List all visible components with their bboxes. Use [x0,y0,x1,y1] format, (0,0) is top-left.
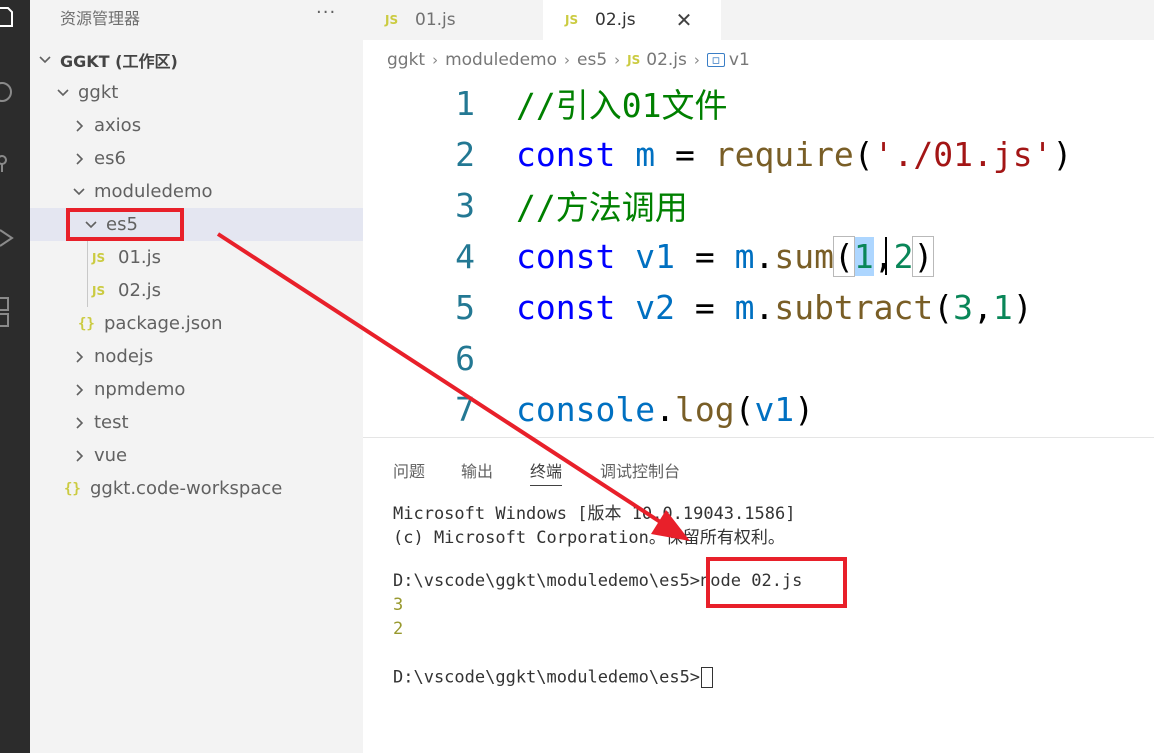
breadcrumb-item[interactable]: moduledemo [445,50,557,70]
tree-item-label: npmdemo [94,379,186,400]
breadcrumb-item[interactable]: es5 [577,50,607,70]
chevron-down-icon [70,183,88,201]
tree-item-label: es6 [94,148,126,169]
tree-item-nodejs[interactable]: nodejs [30,340,363,373]
chevron-right-icon [70,117,88,135]
line-number: 7 [455,389,475,429]
editor-tab-bar: JS 01.js JS 02.js ✕ [363,0,1154,40]
extensions-icon[interactable] [0,296,14,327]
run-debug-icon[interactable] [0,226,14,248]
tree-item-package-json[interactable]: {} package.json [30,307,363,340]
breadcrumb-item[interactable]: ggkt [387,50,425,70]
tree-item-test[interactable]: test [30,406,363,439]
tree-item-axios[interactable]: axios [30,109,363,142]
line-number: 6 [455,338,475,378]
more-actions-button[interactable]: ··· [316,2,336,23]
chevron-right-icon [70,414,88,432]
line-number: 4 [455,236,475,276]
line-number: 1 [455,83,475,123]
tab-output[interactable]: 输出 [461,458,493,482]
breadcrumb: ggkt › moduledemo › es5 › JS 02.js › ▫ v… [387,48,750,72]
code-text: const v1 = m.sum(1,2) [516,235,935,277]
code-comment: //方法调用 [516,188,688,227]
chevron-right-icon [70,381,88,399]
tree-item-vue[interactable]: vue [30,439,363,472]
tree-item-label: 02.js [118,280,162,301]
tree-item-label: test [94,412,129,433]
tree-item-01-js[interactable]: JS 01.js [30,241,363,274]
tree-item-label: nodejs [94,346,154,367]
workspace-root[interactable]: GGKT (工作区) [30,43,363,76]
annotation-box-command [706,557,847,608]
tab-label: 02.js [595,10,636,30]
js-file-icon: JS [92,250,106,265]
tab-debug-console[interactable]: 调试控制台 [600,458,680,482]
chevron-right-icon: › [564,51,571,69]
annotation-box-es5 [66,208,184,241]
explorer-icon[interactable] [0,6,14,28]
tree-item-label: moduledemo [94,181,213,202]
code-text: const v2 = m.subtract(3,1) [516,287,1033,327]
terminal-output: 2 [393,619,404,639]
chevron-right-icon [70,348,88,366]
source-control-icon[interactable] [0,152,14,174]
breadcrumb-item[interactable]: 02.js [646,50,687,70]
terminal-line[interactable]: D:\vscode\ggkt\moduledemo\es5> [393,667,714,688]
js-file-icon: JS [92,283,106,298]
tab-problems[interactable]: 问题 [393,458,425,482]
line-number: 2 [455,134,475,174]
tree-item-ggkt[interactable]: ggkt [30,76,363,109]
tree-item-label: axios [94,115,142,136]
js-file-icon: JS [627,53,641,67]
explorer-sidebar: 资源管理器 ··· GGKT (工作区) ggkt axios es6 modu… [30,0,363,753]
tree-item-label: vue [94,445,128,466]
chevron-down-icon [36,51,54,69]
json-file-icon: {} [78,315,95,332]
tree-item-label: package.json [104,313,223,334]
workspace-label: GGKT (工作区) [60,51,178,71]
tab-terminal[interactable]: 终端 [530,458,563,486]
tab-02-js[interactable]: JS 02.js ✕ [543,0,721,40]
js-file-icon: JS [565,13,579,27]
code-text: console.log(v1) [516,389,815,429]
breadcrumb-item[interactable]: v1 [729,50,750,70]
tree-item-label: 01.js [118,247,162,268]
sidebar-title: 资源管理器 [60,9,141,28]
tree-item-label: ggkt.code-workspace [90,478,283,499]
tree-item-02-js[interactable]: JS 02.js [30,274,363,307]
tab-label: 01.js [415,10,456,30]
tree-item-npmdemo[interactable]: npmdemo [30,373,363,406]
terminal-prompt: D:\vscode\ggkt\moduledemo\es5> [393,667,701,688]
tree-item-es6[interactable]: es6 [30,142,363,175]
code-text: const m = require('./01.js') [516,134,1073,174]
variable-icon: ▫ [706,53,725,68]
text-cursor [885,237,887,275]
terminal-line: (c) Microsoft Corporation。保留所有权利。 [393,528,785,548]
tree-item-label: ggkt [78,82,119,103]
chevron-right-icon: › [614,51,621,69]
tree-item-moduledemo[interactable]: moduledemo [30,175,363,208]
close-icon[interactable]: ✕ [676,8,693,32]
json-file-icon: {} [64,480,81,497]
tree-item-workspace-file[interactable]: {} ggkt.code-workspace [30,472,363,505]
chevron-right-icon [70,150,88,168]
activity-bar [0,0,30,753]
code-editor[interactable]: 1 //引入01文件 2 const m = require('./01.js'… [363,76,1154,436]
terminal-output: 3 [393,595,404,615]
js-file-icon: JS [385,13,399,27]
terminal-line: Microsoft Windows [版本 10.0.19043.1586] [393,504,796,524]
line-number: 3 [455,185,475,225]
search-icon[interactable] [0,80,14,102]
line-number: 5 [455,287,475,327]
chevron-right-icon: › [693,51,700,69]
chevron-right-icon: › [432,51,439,69]
terminal-cursor [701,667,714,688]
code-comment: //引入01文件 [516,86,728,125]
tab-01-js[interactable]: JS 01.js [363,0,543,40]
terminal-prompt: D:\vscode\ggkt\moduledemo\es5> [393,571,701,591]
chevron-down-icon [54,84,72,102]
chevron-right-icon [70,447,88,465]
